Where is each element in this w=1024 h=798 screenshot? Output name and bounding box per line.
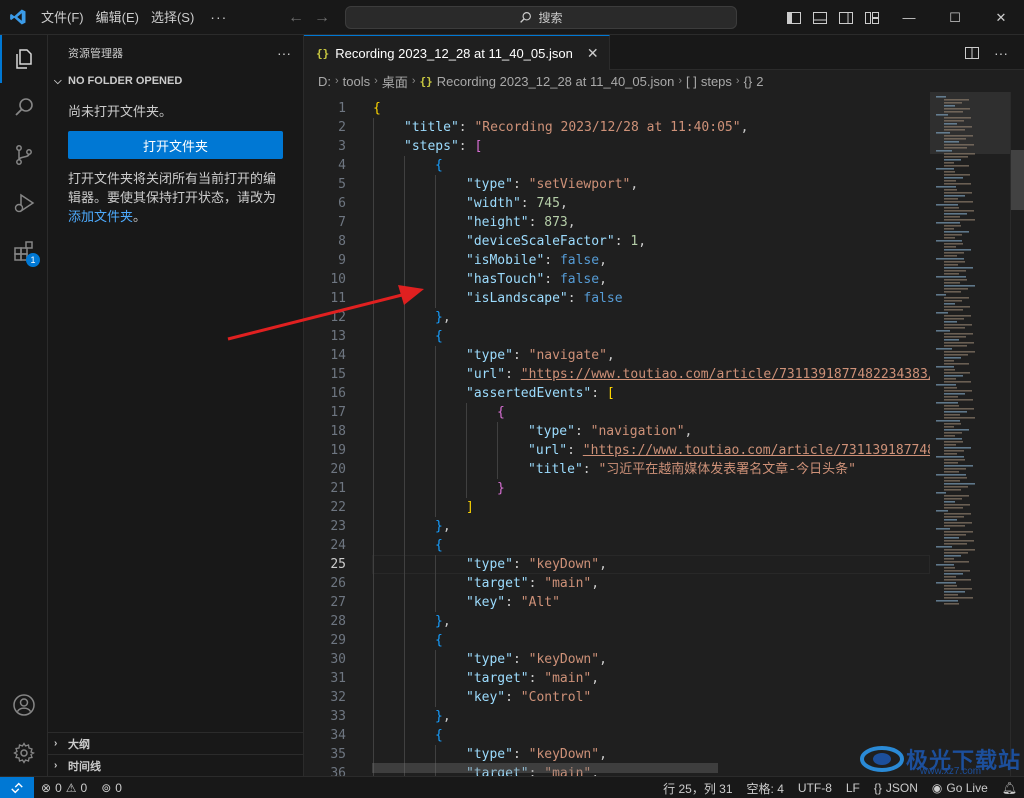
problems-indicator[interactable]: ⊗ 0 ⚠ 0 <box>34 781 94 795</box>
watermark-logo-icon <box>860 746 904 772</box>
bell-icon: 🔔︎ <box>1001 781 1017 795</box>
broadcast-icon: ◉ <box>931 781 943 795</box>
indentation[interactable]: 空格: 4 <box>740 780 791 797</box>
status-bar: ⊗ 0 ⚠ 0 ⊚ 0 行 25，列 31 空格: 4 UTF-8 LF {} JSON… <box>0 776 1024 798</box>
ports-count: 0 <box>115 780 122 795</box>
language-label: JSON <box>885 781 918 795</box>
end-of-line[interactable]: LF <box>839 781 867 795</box>
broadcast-icon: ⊚ <box>101 780 112 795</box>
notifications-button[interactable]: 🔔︎ <box>995 781 1024 795</box>
warning-icon: ⚠ <box>65 780 77 795</box>
warning-count: 0 <box>80 780 88 795</box>
error-count: 0 <box>55 780 62 795</box>
ports-indicator[interactable]: ⊚ 0 <box>94 781 129 795</box>
json-icon: {} <box>873 781 882 795</box>
cursor-position[interactable]: 行 25，列 31 <box>656 780 739 797</box>
remote-icon <box>11 782 23 793</box>
remote-indicator[interactable] <box>0 776 34 798</box>
go-live-button[interactable]: ◉ Go Live <box>925 781 995 795</box>
watermark: 极光下载站 www.xz7.com <box>858 742 1024 777</box>
annotation-arrow <box>227 285 424 341</box>
go-live-label: Go Live <box>946 781 988 795</box>
encoding[interactable]: UTF-8 <box>791 781 839 795</box>
error-icon: ⊗ <box>41 780 52 795</box>
language-mode[interactable]: {} JSON <box>867 781 925 795</box>
